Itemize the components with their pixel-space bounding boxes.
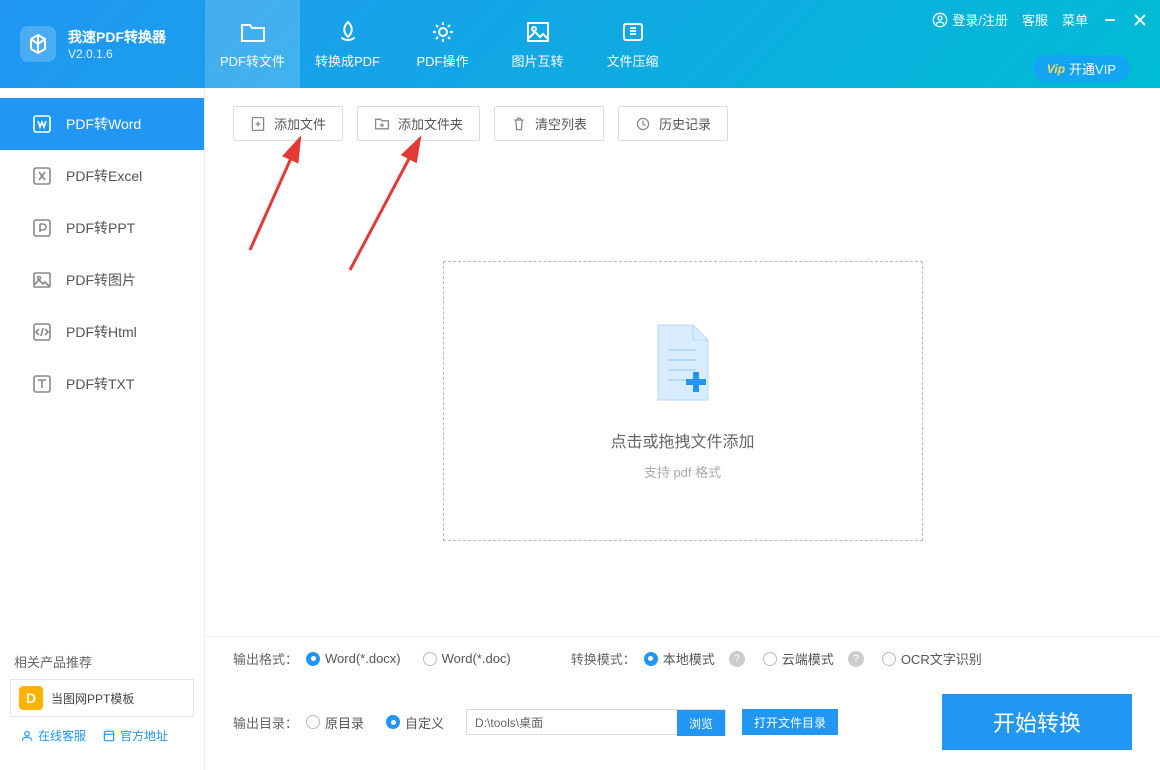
image-icon [525, 19, 551, 45]
user-icon [932, 12, 948, 28]
browse-button[interactable]: 浏览 [677, 710, 725, 736]
txt-icon [32, 374, 52, 394]
mode-label: 转换模式： [571, 649, 636, 668]
menu-link[interactable]: 菜单 [1062, 10, 1088, 29]
start-convert-button[interactable]: 开始转换 [942, 694, 1132, 750]
output-dir-row: 输出目录： 原目录 自定义 浏览 打开文件目录 开始转换 [205, 680, 1160, 770]
add-file-button[interactable]: 添加文件 [233, 106, 343, 141]
output-format-row: 输出格式： Word(*.docx) Word(*.doc) 转换模式： 本地模… [205, 636, 1160, 680]
orig-dir-radio[interactable]: 原目录 [306, 713, 364, 732]
nav-tab-label: PDF操作 [416, 51, 468, 70]
sidebar-item-label: PDF转PPT [66, 218, 135, 238]
nav-tab-label: 文件压缩 [606, 51, 658, 70]
official-site-link[interactable]: 官方地址 [102, 727, 168, 744]
nav-tab-pdf-to-file[interactable]: PDF转文件 [205, 0, 300, 88]
toolbar: 添加文件 添加文件夹 清空列表 历史记录 [205, 88, 1160, 155]
add-folder-icon [374, 116, 390, 132]
recommend-item[interactable]: D 当图网PPT模板 [10, 679, 194, 717]
headset-icon [20, 729, 34, 743]
custom-dir-radio[interactable]: 自定义 [386, 713, 444, 732]
nav-tab-label: 转换成PDF [315, 51, 380, 70]
sidebar-item-pdf-txt[interactable]: PDF转TXT [0, 358, 204, 410]
file-add-icon [648, 320, 718, 410]
sidebar-item-pdf-html[interactable]: PDF转Html [0, 306, 204, 358]
trash-icon [511, 116, 527, 132]
support-link[interactable]: 客服 [1022, 10, 1048, 29]
zip-icon [620, 19, 646, 45]
format-doc-radio[interactable]: Word(*.doc) [423, 651, 511, 666]
recommend-title: 相关产品推荐 [10, 652, 194, 671]
dropzone[interactable]: 点击或拖拽文件添加 支持 pdf 格式 [443, 261, 923, 541]
app-logo-icon [20, 26, 56, 62]
online-support-link[interactable]: 在线客服 [20, 727, 86, 744]
sidebar: PDF转Word PDF转Excel PDF转PPT PDF转图片 PDF转Ht… [0, 88, 205, 770]
format-label: 输出格式： [233, 649, 298, 668]
sidebar-item-pdf-image[interactable]: PDF转图片 [0, 254, 204, 306]
word-icon [32, 114, 52, 134]
sidebar-item-label: PDF转Excel [66, 166, 142, 186]
clear-list-button[interactable]: 清空列表 [494, 106, 604, 141]
sidebar-item-pdf-excel[interactable]: PDF转Excel [0, 150, 204, 202]
sidebar-item-pdf-word[interactable]: PDF转Word [0, 98, 204, 150]
app-header: 我速PDF转换器 V2.0.1.6 PDF转文件 转换成PDF PDF操作 图片… [0, 0, 1160, 88]
nav-tab-label: PDF转文件 [220, 51, 285, 70]
main-panel: 添加文件 添加文件夹 清空列表 历史记录 点击或拖拽文件添加 支持 pdf [205, 88, 1160, 770]
app-version: V2.0.1.6 [68, 47, 166, 61]
vip-button[interactable]: Vip 开通VIP [1033, 55, 1130, 82]
mode-ocr-radio[interactable]: OCR文字识别 [882, 649, 982, 668]
help-icon[interactable]: ? [729, 651, 745, 667]
app-title: 我速PDF转换器 [68, 27, 166, 47]
home-icon [102, 729, 116, 743]
header-right: 登录/注册 客服 菜单 [932, 10, 1148, 29]
nav-tab-label: 图片互转 [511, 51, 563, 70]
ppt-icon [32, 218, 52, 238]
history-button[interactable]: 历史记录 [618, 106, 728, 141]
vip-icon: Vip [1047, 62, 1065, 76]
html-icon [32, 322, 52, 342]
output-path-field: 浏览 [466, 709, 726, 735]
sidebar-item-label: PDF转Word [66, 114, 141, 134]
help-icon[interactable]: ? [848, 651, 864, 667]
gear-icon [430, 19, 456, 45]
template-icon: D [19, 686, 43, 710]
format-docx-radio[interactable]: Word(*.docx) [306, 651, 401, 666]
folder-icon [240, 19, 266, 45]
sidebar-item-label: PDF转图片 [66, 270, 136, 290]
history-icon [635, 116, 651, 132]
nav-tab-pdf-ops[interactable]: PDF操作 [395, 0, 490, 88]
add-folder-button[interactable]: 添加文件夹 [357, 106, 480, 141]
nav-tab-image[interactable]: 图片互转 [490, 0, 585, 88]
nav-tabs: PDF转文件 转换成PDF PDF操作 图片互转 文件压缩 [205, 0, 680, 88]
open-folder-button[interactable]: 打开文件目录 [742, 709, 838, 735]
output-path-input[interactable] [467, 710, 677, 734]
mode-local-radio[interactable]: 本地模式 [644, 649, 715, 668]
sidebar-item-label: PDF转Html [66, 322, 137, 342]
mode-cloud-radio[interactable]: 云端模式 [763, 649, 834, 668]
close-button[interactable] [1132, 12, 1148, 28]
add-file-icon [250, 116, 266, 132]
login-link[interactable]: 登录/注册 [932, 10, 1008, 29]
dropzone-title: 点击或拖拽文件添加 [610, 428, 754, 452]
pdf-icon [335, 19, 361, 45]
logo-area: 我速PDF转换器 V2.0.1.6 [0, 26, 205, 62]
nav-tab-compress[interactable]: 文件压缩 [585, 0, 680, 88]
minimize-button[interactable] [1102, 12, 1118, 28]
excel-icon [32, 166, 52, 186]
dropzone-subtitle: 支持 pdf 格式 [644, 462, 721, 481]
image-icon [32, 270, 52, 290]
sidebar-item-label: PDF转TXT [66, 374, 134, 394]
output-dir-label: 输出目录： [233, 713, 298, 732]
nav-tab-to-pdf[interactable]: 转换成PDF [300, 0, 395, 88]
sidebar-item-pdf-ppt[interactable]: PDF转PPT [0, 202, 204, 254]
